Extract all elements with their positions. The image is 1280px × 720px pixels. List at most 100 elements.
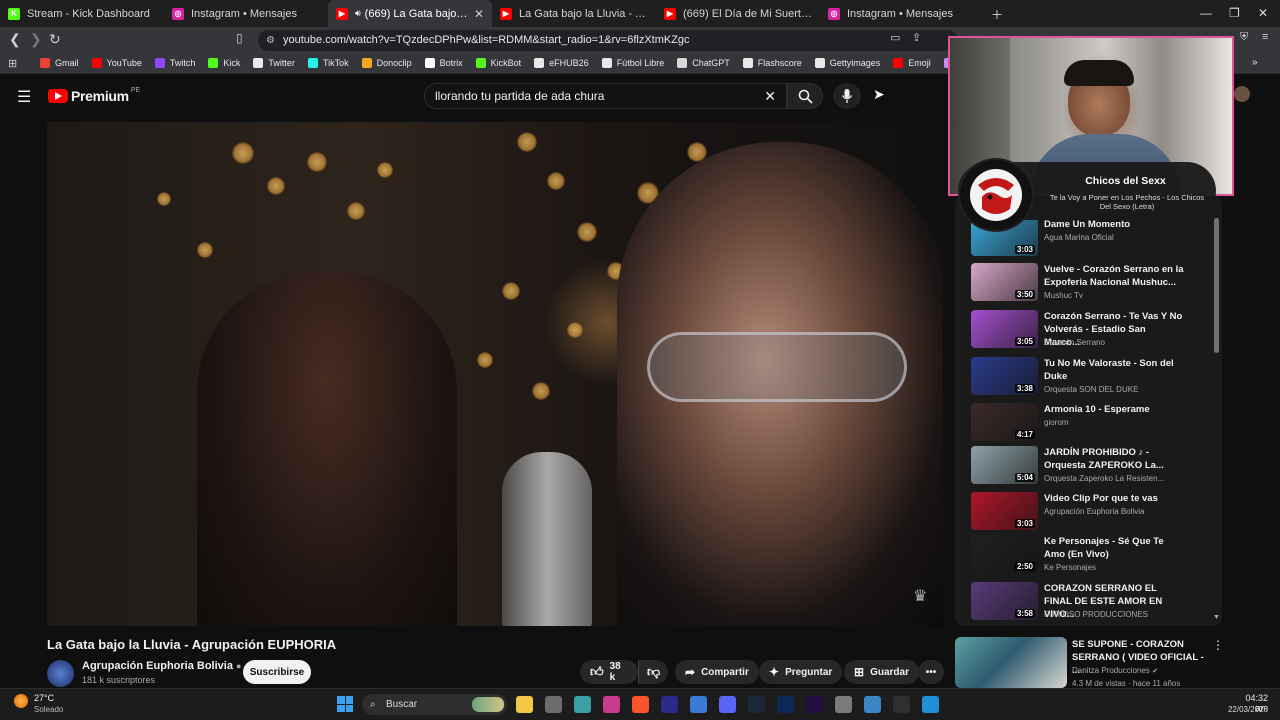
dislike-button[interactable]: 👎︎: [638, 660, 668, 684]
photoshop-icon[interactable]: [777, 696, 794, 713]
channel-avatar[interactable]: [47, 660, 74, 687]
subscribe-button[interactable]: Suscribirse: [243, 660, 311, 684]
share-page-icon[interactable]: ⇪: [912, 31, 921, 44]
restore-icon[interactable]: ❐: [1229, 6, 1240, 20]
apps-icon[interactable]: ⊞: [8, 57, 17, 70]
taskbar-search-input[interactable]: ⌕ Buscar: [362, 694, 507, 715]
playlist-item-channel[interactable]: Agrupación Euphoria Bolivia: [1044, 507, 1145, 516]
back-icon[interactable]: ❮: [9, 31, 21, 48]
bookmark-item[interactable]: Emoji: [893, 58, 931, 68]
scroll-down-icon[interactable]: ▼: [1213, 614, 1220, 621]
bookmark-item[interactable]: Gmail: [40, 58, 79, 68]
playlist-item-title[interactable]: Tu No Me Valoraste - Son del Duke: [1044, 357, 1184, 383]
playlist-item-channel[interactable]: Orquesta Zaperoko La Resisten...: [1044, 474, 1164, 483]
playlist-item-title[interactable]: Vuelve - Corazón Serrano en la Expoferia…: [1044, 263, 1184, 289]
file-explorer-icon[interactable]: [516, 696, 533, 713]
weather-sun-icon[interactable]: [14, 694, 28, 708]
app-icon[interactable]: [574, 696, 591, 713]
channel-name[interactable]: Agrupación Euphoria Bolivia ●: [82, 660, 241, 672]
search-button[interactable]: [787, 83, 823, 109]
audio-playing-icon[interactable]: 🔊︎: [355, 8, 361, 19]
playlist-item-title[interactable]: JARDÍN PROHIBIDO ♪ - Orquesta ZAPEROKO L…: [1044, 446, 1184, 472]
app-icon[interactable]: [603, 696, 620, 713]
playlist-item-channel[interactable]: Agua Marina Oficial: [1044, 233, 1114, 242]
playlist-item[interactable]: 3:58 CORAZON SERRANO EL FINAL DE ESTE AMO…: [971, 582, 1211, 622]
bookmark-item[interactable]: Twitch: [154, 58, 195, 68]
url-field[interactable]: ⚙ youtube.com/watch?v=TQzdecDPhPw&list=R…: [258, 30, 958, 51]
browser-tab[interactable]: ◎ Instagram • Mensajes: [820, 0, 984, 27]
notepad-icon[interactable]: [864, 696, 881, 713]
bookmark-item[interactable]: ChatGPT: [677, 58, 730, 68]
app-icon[interactable]: [661, 696, 678, 713]
browser-tab[interactable]: ▶ La Gata bajo la Lluvia - Agrupación E: [492, 0, 656, 27]
shield-icon[interactable]: ⛨: [1240, 31, 1248, 44]
playlist-item-channel[interactable]: Mushuc Tv: [1044, 291, 1083, 300]
voice-search-button[interactable]: [833, 83, 861, 109]
settings-icon[interactable]: [835, 696, 852, 713]
bookmark-item[interactable]: Gettyimages: [814, 58, 880, 68]
new-tab-icon[interactable]: ＋: [991, 6, 1003, 23]
menu-icon[interactable]: ≡: [1262, 31, 1268, 43]
site-info-icon[interactable]: ⚙: [266, 30, 275, 51]
playlist-thumbnail[interactable]: 3:03: [971, 492, 1038, 530]
video-player[interactable]: ♛: [47, 122, 943, 626]
playlist-thumbnail[interactable]: 5:04: [971, 446, 1038, 484]
reload-icon[interactable]: ↻: [49, 31, 61, 48]
playlist-thumbnail[interactable]: 2:50: [971, 535, 1038, 573]
bookmark-item[interactable]: Fútbol Libre: [601, 58, 664, 68]
hamburger-menu-icon[interactable]: ☰: [17, 87, 31, 107]
playlist-thumbnail[interactable]: 3:38: [971, 357, 1038, 395]
browser-tab[interactable]: ▶ (669) El Día de Mi Suerte Hector Lave: [656, 0, 820, 27]
playlist-thumbnail[interactable]: 3:05: [971, 310, 1038, 348]
playlist-thumbnail[interactable]: 3:58: [971, 582, 1038, 620]
bookmark-item[interactable]: Botrix: [424, 58, 463, 68]
account-avatar[interactable]: [1234, 86, 1250, 102]
playlist-item-channel[interactable]: Orquesta SON DEL DUKE: [1044, 385, 1138, 394]
calculator-icon[interactable]: [690, 696, 707, 713]
related-video-thumbnail[interactable]: [955, 637, 1067, 688]
bookmark-item[interactable]: YouTube: [91, 58, 142, 68]
discord-icon[interactable]: [719, 696, 736, 713]
playlist-item[interactable]: 3:38 Tu No Me Valoraste - Son del Duke Orq…: [971, 357, 1211, 397]
steam-icon[interactable]: [748, 696, 765, 713]
clock-date[interactable]: 22/03/2026: [1222, 705, 1268, 714]
cast-icon[interactable]: ▭: [890, 31, 900, 44]
clear-search-icon[interactable]: ✕: [764, 84, 776, 108]
related-video-channel[interactable]: Danitza Producciones ✔: [1072, 666, 1158, 675]
bookmark-item[interactable]: Twitter: [253, 58, 295, 68]
playlist-item-title[interactable]: Armonia 10 - Esperame: [1044, 403, 1184, 416]
forward-icon[interactable]: ❯: [30, 31, 42, 48]
media-player-icon[interactable]: [893, 696, 910, 713]
bookmark-page-icon[interactable]: ▯: [236, 31, 243, 45]
chrome-icon[interactable]: [545, 696, 562, 713]
playlist-item[interactable]: 2:50 Ke Personajes - Sé Que Te Amo (En Vi…: [971, 535, 1211, 575]
playlist-scrollbar[interactable]: [1214, 218, 1219, 353]
brave-browser-icon[interactable]: [632, 696, 649, 713]
bookmark-item[interactable]: KickBot: [475, 58, 521, 68]
youtube-logo[interactable]: Premium PE: [48, 87, 140, 104]
save-button[interactable]: ⊞ Guardar: [844, 660, 919, 684]
bookmark-item[interactable]: eFHUB26: [534, 58, 589, 68]
playlist-item-title[interactable]: Ke Personajes - Sé Que Te Amo (En Vivo): [1044, 535, 1184, 561]
playlist-thumbnail[interactable]: 3:50: [971, 263, 1038, 301]
edge-icon[interactable]: [922, 696, 939, 713]
browser-tab[interactable]: ◎ Instagram • Mensajes: [164, 0, 328, 27]
playlist-item[interactable]: 3:05 Corazón Serrano - Te Vas Y No Volver…: [971, 310, 1211, 350]
kebab-menu-icon[interactable]: ⋮: [1212, 638, 1224, 652]
minimize-icon[interactable]: —: [1200, 6, 1212, 20]
playlist-item[interactable]: 3:50 Vuelve - Corazón Serrano en la Expof…: [971, 263, 1211, 303]
close-window-icon[interactable]: ✕: [1258, 6, 1268, 20]
bookmark-item[interactable]: TikTok: [307, 58, 349, 68]
more-bookmarks-icon[interactable]: »: [1252, 57, 1258, 68]
playlist-item-channel[interactable]: FURIOSO PRODUCCIONES: [1044, 610, 1148, 619]
playlist-item[interactable]: 3:03 Video Clip Por que te vas Agrupación …: [971, 492, 1211, 532]
share-button[interactable]: ➦ Compartir: [675, 660, 759, 684]
playlist-item-title[interactable]: Video Clip Por que te vas: [1044, 492, 1184, 505]
playlist-item[interactable]: 5:04 JARDÍN PROHIBIDO ♪ - Orquesta ZAPERO…: [971, 446, 1211, 486]
premiere-icon[interactable]: [806, 696, 823, 713]
bookmark-item[interactable]: Kick: [208, 58, 240, 68]
windows-start-icon[interactable]: [337, 696, 353, 712]
like-button[interactable]: 👍︎ 38 k: [580, 660, 638, 684]
more-actions-button[interactable]: •••: [918, 660, 944, 684]
browser-tab[interactable]: K Stream - Kick Dashboard: [0, 0, 164, 27]
